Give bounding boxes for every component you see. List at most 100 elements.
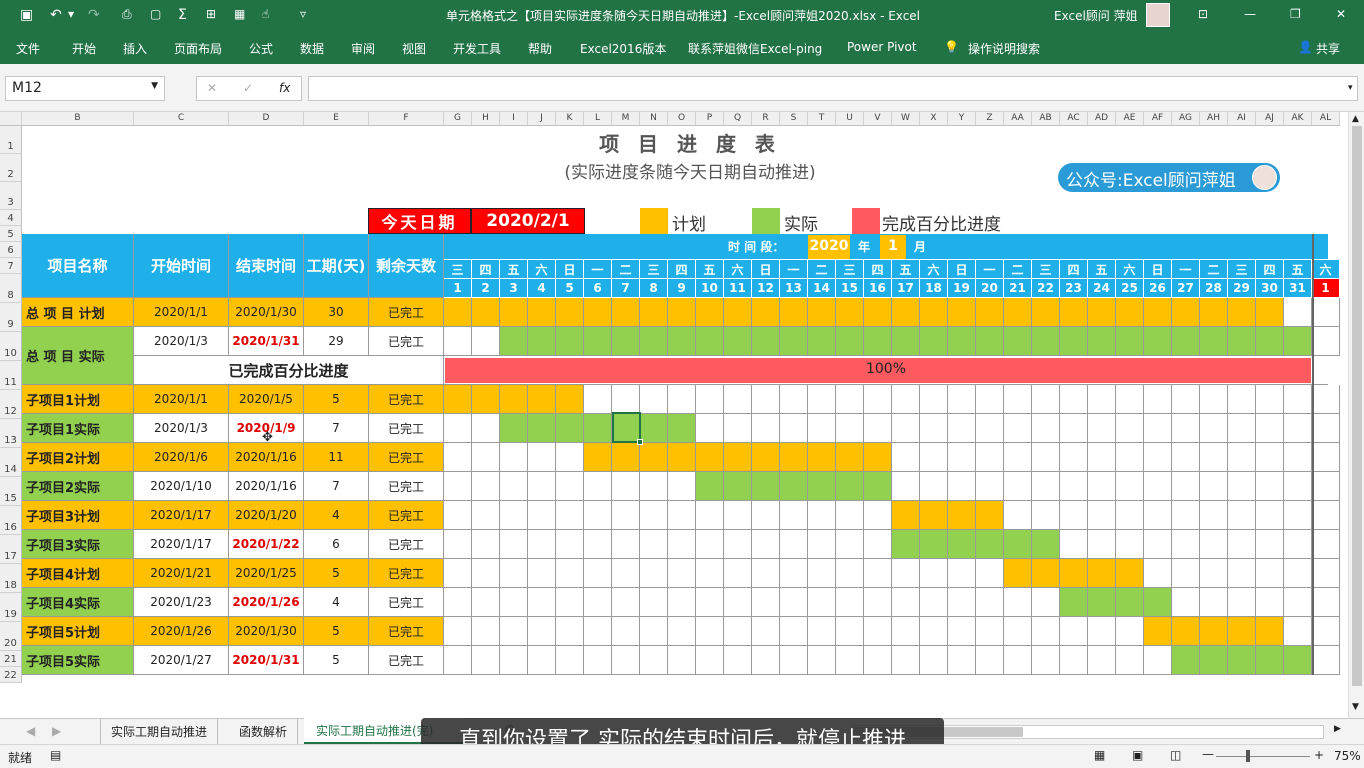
column-header[interactable]: AD bbox=[1088, 112, 1116, 126]
column-header[interactable]: C bbox=[134, 112, 229, 126]
gantt-actual-cell[interactable] bbox=[556, 327, 584, 356]
vertical-scroll-thumb[interactable] bbox=[1352, 126, 1362, 686]
menu-contact[interactable]: 联系萍姐微信Excel-ping bbox=[688, 40, 822, 57]
gantt-plan-cell[interactable] bbox=[612, 298, 640, 327]
gantt-empty-cell[interactable] bbox=[1256, 472, 1284, 501]
row-name[interactable]: 子项目3计划 bbox=[22, 501, 134, 530]
gantt-actual-cell[interactable] bbox=[948, 327, 976, 356]
column-header[interactable]: AF bbox=[1144, 112, 1172, 126]
gantt-empty-cell[interactable] bbox=[1004, 501, 1032, 530]
gantt-empty-cell[interactable] bbox=[1032, 588, 1060, 617]
gantt-empty-cell[interactable] bbox=[1228, 385, 1256, 414]
gantt-actual-cell[interactable] bbox=[920, 530, 948, 559]
gantt-empty-cell[interactable] bbox=[696, 646, 724, 675]
gantt-empty-cell[interactable] bbox=[976, 414, 1004, 443]
row-remaining[interactable]: 已完工 bbox=[369, 385, 444, 414]
gantt-actual-cell[interactable] bbox=[1032, 530, 1060, 559]
expand-formula-icon[interactable]: ▾ bbox=[1348, 83, 1353, 93]
menu-data[interactable]: 数据 bbox=[300, 40, 324, 57]
gantt-empty-cell[interactable] bbox=[1284, 501, 1312, 530]
gantt-empty-cell[interactable] bbox=[1116, 501, 1144, 530]
gantt-empty-cell[interactable] bbox=[920, 443, 948, 472]
scroll-down-icon[interactable]: ▼ bbox=[1352, 702, 1359, 712]
menu-developer[interactable]: 开发工具 bbox=[453, 40, 501, 57]
column-header[interactable]: K bbox=[556, 112, 584, 126]
gantt-empty-cell[interactable] bbox=[1060, 530, 1088, 559]
gantt-empty-cell[interactable] bbox=[1312, 443, 1340, 472]
row-header[interactable]: 16 bbox=[0, 506, 22, 535]
new-doc-icon[interactable]: ▢ bbox=[150, 7, 161, 21]
menu-review[interactable]: 审阅 bbox=[351, 40, 375, 57]
gantt-empty-cell[interactable] bbox=[696, 617, 724, 646]
row-start[interactable]: 2020/1/1 bbox=[134, 385, 229, 414]
gantt-plan-cell[interactable] bbox=[1172, 298, 1200, 327]
gantt-plan-cell[interactable] bbox=[1256, 298, 1284, 327]
gantt-actual-cell[interactable] bbox=[752, 327, 780, 356]
gantt-empty-cell[interactable] bbox=[1200, 385, 1228, 414]
gantt-empty-cell[interactable] bbox=[1312, 472, 1340, 501]
gantt-plan-cell[interactable] bbox=[1200, 298, 1228, 327]
select-all-corner[interactable] bbox=[0, 112, 22, 126]
gantt-empty-cell[interactable] bbox=[864, 385, 892, 414]
row-start[interactable]: 2020/1/3 bbox=[134, 414, 229, 443]
gantt-actual-cell[interactable] bbox=[584, 414, 612, 443]
gantt-actual-cell[interactable] bbox=[724, 327, 752, 356]
gantt-empty-cell[interactable] bbox=[920, 646, 948, 675]
gantt-empty-cell[interactable] bbox=[976, 385, 1004, 414]
gantt-empty-cell[interactable] bbox=[472, 472, 500, 501]
gantt-actual-cell[interactable] bbox=[1144, 588, 1172, 617]
gantt-empty-cell[interactable] bbox=[1004, 385, 1032, 414]
gantt-actual-cell[interactable] bbox=[1004, 530, 1032, 559]
redo-icon[interactable]: ↷ bbox=[88, 7, 100, 23]
enter-icon[interactable]: ✓ bbox=[243, 81, 253, 95]
gantt-plan-cell[interactable] bbox=[528, 298, 556, 327]
gantt-empty-cell[interactable] bbox=[444, 443, 472, 472]
gantt-actual-cell[interactable] bbox=[1116, 588, 1144, 617]
row-start[interactable]: 2020/1/6 bbox=[134, 443, 229, 472]
gantt-empty-cell[interactable] bbox=[612, 530, 640, 559]
column-header[interactable]: AG bbox=[1172, 112, 1200, 126]
gantt-empty-cell[interactable] bbox=[472, 530, 500, 559]
gantt-empty-cell[interactable] bbox=[948, 443, 976, 472]
gantt-actual-cell[interactable] bbox=[836, 327, 864, 356]
gantt-plan-cell[interactable] bbox=[668, 298, 696, 327]
row-duration[interactable]: 4 bbox=[304, 501, 369, 530]
gantt-empty-cell[interactable] bbox=[1256, 385, 1284, 414]
column-header[interactable]: Y bbox=[948, 112, 976, 126]
row-header[interactable]: 8 bbox=[0, 274, 22, 303]
row-remaining[interactable]: 已完工 bbox=[369, 588, 444, 617]
gantt-empty-cell[interactable] bbox=[864, 617, 892, 646]
gantt-empty-cell[interactable] bbox=[920, 414, 948, 443]
gantt-actual-cell[interactable] bbox=[752, 472, 780, 501]
gantt-empty-cell[interactable] bbox=[864, 414, 892, 443]
menu-excel2016[interactable]: Excel2016版本 bbox=[580, 40, 666, 57]
gantt-empty-cell[interactable] bbox=[1032, 385, 1060, 414]
gantt-empty-cell[interactable] bbox=[1200, 472, 1228, 501]
gantt-actual-cell[interactable] bbox=[1256, 327, 1284, 356]
gantt-empty-cell[interactable] bbox=[668, 501, 696, 530]
gantt-empty-cell[interactable] bbox=[752, 588, 780, 617]
gantt-empty-cell[interactable] bbox=[444, 559, 472, 588]
gantt-empty-cell[interactable] bbox=[1004, 646, 1032, 675]
gantt-empty-cell[interactable] bbox=[528, 646, 556, 675]
row-header[interactable]: 3 bbox=[0, 182, 22, 210]
gantt-empty-cell[interactable] bbox=[1032, 414, 1060, 443]
column-header[interactable]: AH bbox=[1200, 112, 1228, 126]
row-header[interactable]: 9 bbox=[0, 303, 22, 332]
menu-formulas[interactable]: 公式 bbox=[249, 40, 273, 57]
gantt-empty-cell[interactable] bbox=[668, 646, 696, 675]
gantt-empty-cell[interactable] bbox=[724, 559, 752, 588]
gantt-empty-cell[interactable] bbox=[1228, 530, 1256, 559]
gantt-empty-cell[interactable] bbox=[836, 385, 864, 414]
gantt-empty-cell[interactable] bbox=[640, 530, 668, 559]
gantt-empty-cell[interactable] bbox=[584, 588, 612, 617]
touch-mode-icon[interactable]: ☝ bbox=[262, 7, 269, 21]
gantt-actual-cell[interactable] bbox=[528, 414, 556, 443]
gantt-empty-cell[interactable] bbox=[1256, 559, 1284, 588]
gantt-plan-cell[interactable] bbox=[444, 298, 472, 327]
gantt-empty-cell[interactable] bbox=[780, 646, 808, 675]
gantt-empty-cell[interactable] bbox=[528, 617, 556, 646]
scroll-up-icon[interactable]: ▲ bbox=[1352, 114, 1359, 124]
gantt-actual-cell[interactable] bbox=[808, 472, 836, 501]
gantt-empty-cell[interactable] bbox=[1172, 559, 1200, 588]
